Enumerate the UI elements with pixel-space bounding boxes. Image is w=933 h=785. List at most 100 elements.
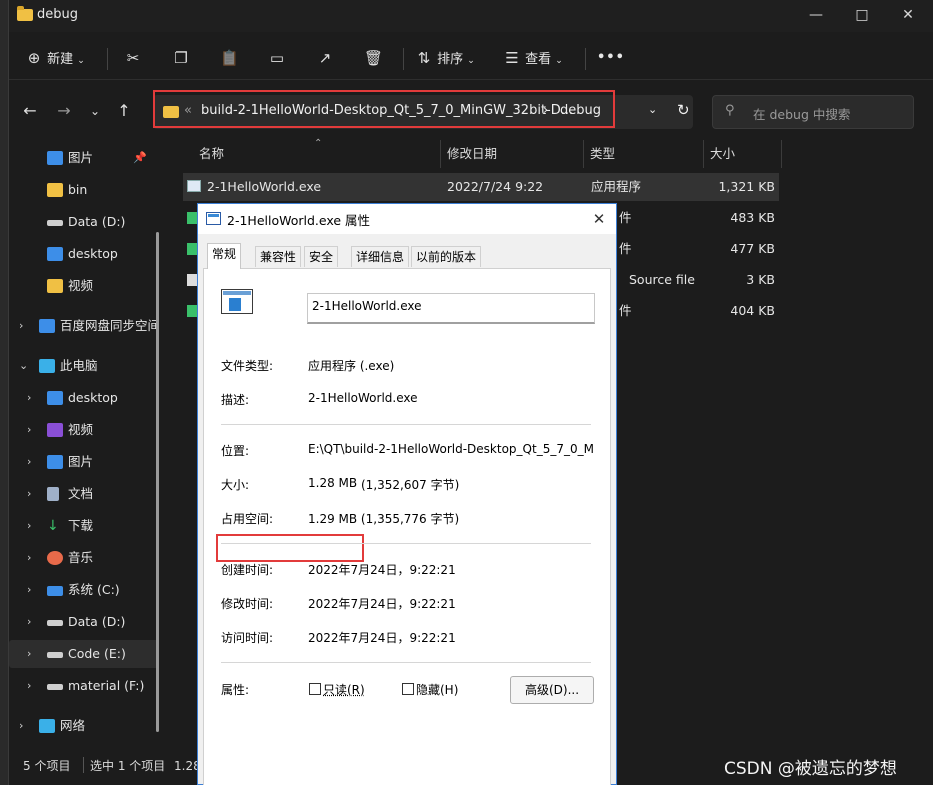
- chevron-right-icon[interactable]: ›: [27, 448, 31, 476]
- chevron-right-icon[interactable]: ›: [27, 512, 31, 540]
- recent-chevron-icon[interactable]: ⌄: [82, 98, 108, 124]
- column-header-date[interactable]: 修改日期: [441, 140, 584, 168]
- toolbar-divider: [585, 48, 586, 70]
- sidebar-item-label: 音乐: [68, 550, 94, 565]
- chevron-right-icon[interactable]: ›: [27, 384, 31, 412]
- advanced-button[interactable]: 高级(D)...: [510, 676, 594, 704]
- paste-button[interactable]: 📋: [220, 44, 239, 72]
- hidden-label[interactable]: 隐藏(H): [416, 681, 458, 698]
- copy-button[interactable]: ❐: [172, 44, 190, 72]
- chevron-right-icon[interactable]: ›: [27, 480, 31, 508]
- back-arrow-icon[interactable]: ←: [17, 98, 43, 124]
- sidebar-item-data-d-pc[interactable]: › Data (D:): [9, 608, 159, 636]
- selected-count: 选中 1 个项目: [90, 759, 166, 773]
- sidebar-item-videos[interactable]: 视频: [9, 272, 159, 300]
- sidebar-item-desktop[interactable]: desktop: [9, 240, 159, 268]
- column-header-size[interactable]: 大小: [704, 140, 782, 168]
- chevron-right-icon[interactable]: ›: [19, 712, 23, 740]
- column-header-name[interactable]: 名称: [193, 140, 441, 168]
- delete-button[interactable]: 🗑: [364, 44, 383, 72]
- chevron-right-icon[interactable]: ›: [27, 416, 31, 444]
- chevron-right-icon[interactable]: ›: [27, 640, 31, 668]
- file-size: 483 KB: [730, 210, 775, 225]
- view-button[interactable]: ☰ 查看 ⌄: [503, 44, 563, 72]
- close-icon[interactable]: ✕: [588, 208, 610, 230]
- column-header-type[interactable]: 类型: [584, 140, 704, 168]
- sort-button[interactable]: ⇅ 排序 ⌄: [415, 44, 475, 72]
- close-icon[interactable]: ✕: [885, 0, 931, 32]
- sidebar-item-bin[interactable]: bin: [9, 176, 159, 204]
- sidebar-item-label: Code (E:): [68, 646, 126, 661]
- folder-icon: [17, 6, 33, 21]
- chevron-right-icon[interactable]: ›: [27, 608, 31, 636]
- readonly-label[interactable]: 只读(R): [323, 681, 365, 698]
- videos-icon: [47, 423, 63, 437]
- chevron-right-icon[interactable]: ›: [27, 544, 31, 572]
- sidebar-scrollbar[interactable]: [156, 232, 159, 732]
- sidebar-item-network[interactable]: › 网络: [9, 712, 159, 740]
- window-title: debug: [37, 7, 78, 22]
- search-box[interactable]: ⚲ 在 debug 中搜索: [712, 95, 914, 129]
- forward-arrow-icon[interactable]: →: [51, 98, 77, 124]
- new-button[interactable]: ⊕ 新建 ⌄: [25, 44, 85, 72]
- created-value: 2022年7月24日，9:22:21: [308, 563, 456, 577]
- cut-button[interactable]: ✂: [124, 44, 142, 72]
- maximize-icon[interactable]: □: [839, 0, 885, 32]
- refresh-icon[interactable]: ↻: [677, 101, 690, 119]
- chevron-down-icon[interactable]: ⌄: [19, 352, 28, 380]
- chevron-right-icon[interactable]: ›: [19, 312, 23, 340]
- up-arrow-icon[interactable]: ↑: [111, 98, 137, 124]
- navigation-pane: 图片 📌 bin Data (D:) desktop 视频 › 百度网盘同步空间…: [9, 140, 161, 755]
- sidebar-item-music[interactable]: › 音乐: [9, 544, 159, 572]
- plus-circle-icon: ⊕: [27, 49, 41, 67]
- sidebar-item-documents[interactable]: › 文档: [9, 480, 159, 508]
- readonly-checkbox[interactable]: [309, 683, 321, 695]
- dialog-title: 2-1HelloWorld.exe 属性: [227, 213, 371, 228]
- hidden-checkbox[interactable]: [402, 683, 414, 695]
- sidebar-item-pictures-pc[interactable]: › 图片: [9, 448, 159, 476]
- sidebar-item-downloads[interactable]: › ↓ 下载: [9, 512, 159, 540]
- sidebar-item-label: desktop: [68, 246, 118, 261]
- sidebar-item-label: material (F:): [68, 678, 145, 693]
- sidebar-item-material-f[interactable]: › material (F:): [9, 672, 159, 700]
- chevron-down-icon[interactable]: ⌄: [648, 103, 657, 116]
- table-row[interactable]: 2-1HelloWorld.exe 2022/7/24 9:22 应用程序 1,…: [183, 173, 779, 201]
- tab-security[interactable]: 安全: [304, 246, 339, 267]
- toolbar-divider: [403, 48, 404, 70]
- tab-details[interactable]: 详细信息: [351, 246, 410, 267]
- filename-input[interactable]: 2-1HelloWorld.exe: [307, 293, 595, 324]
- sidebar-item-label: 视频: [68, 422, 94, 437]
- more-button[interactable]: •••: [597, 44, 625, 72]
- sidebar-item-desktop-pc[interactable]: › desktop: [9, 384, 159, 412]
- dialog-title-bar[interactable]: 2-1HelloWorld.exe 属性 ✕: [198, 204, 616, 234]
- tab-compatibility[interactable]: 兼容性: [255, 246, 302, 267]
- sidebar-item-label: Data (D:): [68, 214, 126, 229]
- sidebar-item-code-e[interactable]: › Code (E:): [9, 640, 159, 668]
- sidebar-item-pictures[interactable]: 图片 📌: [9, 144, 159, 172]
- music-icon: [47, 551, 63, 565]
- minimize-icon[interactable]: —: [793, 0, 839, 32]
- dll-file-icon: [187, 305, 197, 317]
- downloads-icon: ↓: [47, 518, 59, 534]
- file-size: 3 KB: [746, 272, 775, 287]
- disk-size-value: 1.29 MB (1,355,776 字节): [308, 512, 460, 526]
- tab-previous-versions[interactable]: 以前的版本: [411, 246, 482, 267]
- new-label: 新建: [47, 52, 74, 67]
- pin-icon[interactable]: 📌: [133, 144, 147, 172]
- tab-general[interactable]: 常规: [207, 243, 242, 269]
- navigation-bar: ← → ⌄ ↑ « build-2-1HelloWorld-Desktop_Qt…: [9, 88, 933, 134]
- chevron-right-icon[interactable]: ›: [27, 672, 31, 700]
- sidebar-item-baidu[interactable]: › 百度网盘同步空间: [9, 312, 161, 340]
- sidebar-item-label: 百度网盘同步空间: [60, 318, 161, 333]
- share-button[interactable]: ↗: [316, 44, 334, 72]
- chevron-right-icon[interactable]: ›: [27, 576, 31, 604]
- sidebar-item-videos-pc[interactable]: › 视频: [9, 416, 159, 444]
- rename-button[interactable]: ▭: [268, 44, 286, 72]
- type-value: 应用程序 (.exe): [308, 359, 395, 373]
- sidebar-item-system-c[interactable]: › 系统 (C:): [9, 576, 159, 604]
- sidebar-item-data-d[interactable]: Data (D:): [9, 208, 159, 236]
- sidebar-item-this-pc[interactable]: ⌄ 此电脑: [9, 352, 159, 380]
- description-label: 描述:: [221, 393, 250, 407]
- pictures-icon: [47, 151, 63, 165]
- search-input[interactable]: 在 debug 中搜索: [753, 104, 850, 123]
